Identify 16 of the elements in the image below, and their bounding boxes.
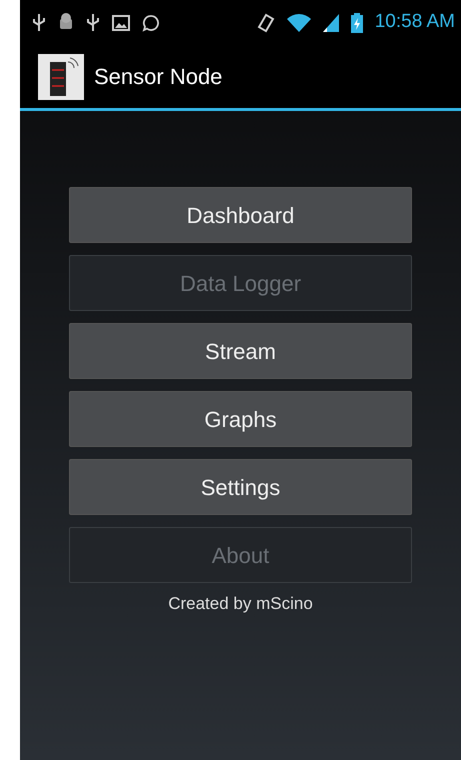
vibrate-icon bbox=[256, 12, 275, 32]
menu-button[interactable]: Stream bbox=[69, 323, 412, 379]
menu-button[interactable]: Settings bbox=[69, 459, 412, 515]
app-logo-icon bbox=[38, 54, 84, 100]
chat-icon bbox=[142, 14, 160, 32]
battery-icon bbox=[350, 12, 363, 32]
credit-text: Created by mScino bbox=[168, 593, 313, 615]
image-icon bbox=[112, 14, 130, 30]
menu-button[interactable]: Dashboard bbox=[69, 187, 412, 243]
clock-time: 10:58 AM bbox=[374, 10, 455, 34]
usb-icon bbox=[32, 12, 46, 32]
signal-icon bbox=[322, 14, 339, 32]
app-title: Sensor Node bbox=[94, 63, 222, 91]
menu-button[interactable]: Graphs bbox=[69, 391, 412, 447]
wifi-icon bbox=[286, 14, 311, 32]
usb-icon bbox=[86, 12, 100, 32]
